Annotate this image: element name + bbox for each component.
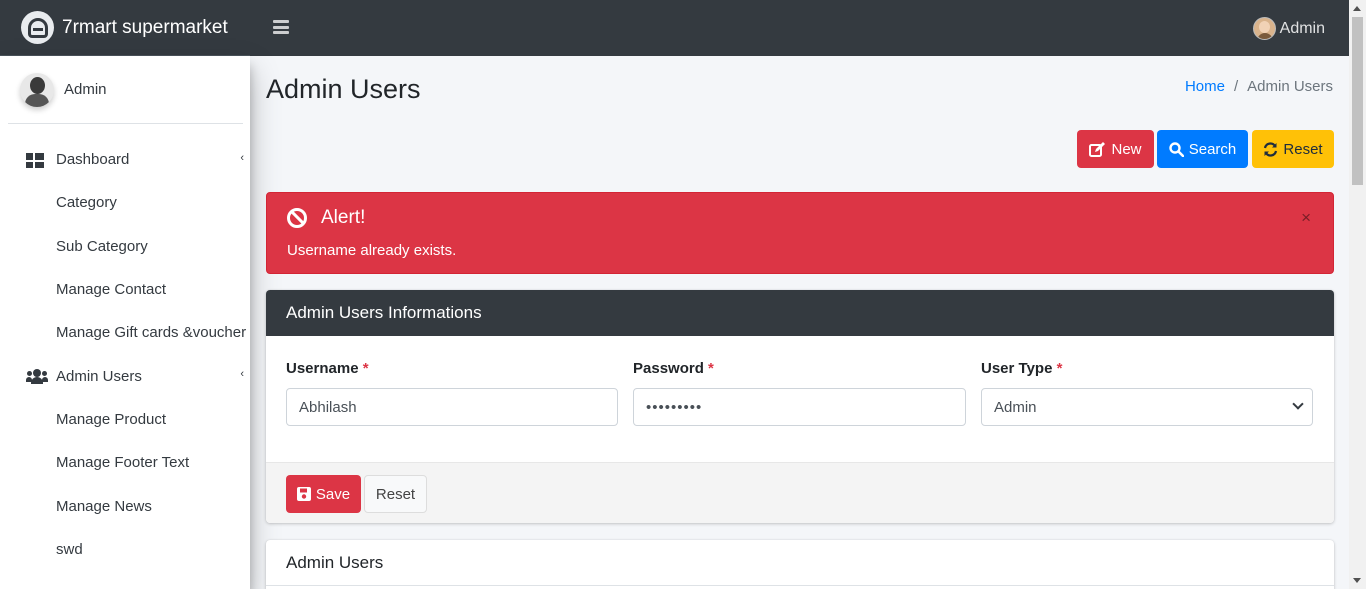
edit-icon	[1089, 141, 1106, 157]
alert-header: Alert!	[287, 207, 365, 229]
sidebar-item-label: Sub Category	[56, 237, 148, 255]
reset-button-label: Reset	[1283, 140, 1323, 158]
sidebar: Admin Dashboard ‹ Category Sub Category …	[0, 56, 250, 589]
users-icon	[26, 369, 48, 385]
sidebar-user-panel[interactable]: Admin	[8, 56, 243, 124]
password-label: Password *	[633, 360, 714, 377]
save-icon	[296, 487, 311, 501]
required-mark: *	[1056, 360, 1063, 377]
sidebar-item-manage-footer-text[interactable]: Manage Footer Text	[8, 441, 250, 484]
top-user-menu[interactable]: Admin	[1252, 17, 1325, 40]
username-field[interactable]: Abhilash	[286, 388, 618, 426]
breadcrumb-separator: /	[1233, 78, 1239, 95]
sidebar-item-label: Manage Footer Text	[56, 454, 190, 472]
sidebar-item-label: Dashboard	[56, 151, 130, 169]
table-card-title: Admin Users	[286, 553, 384, 572]
chevron-left-icon: ‹	[240, 152, 244, 164]
scrollbar-thumb[interactable]	[1352, 17, 1363, 185]
brand-name: 7rmart supermarket	[62, 16, 228, 38]
alert-title: Alert!	[321, 207, 366, 228]
new-button[interactable]: New	[1077, 130, 1154, 168]
search-button[interactable]: Search	[1157, 130, 1248, 168]
page-title: Admin Users	[266, 74, 421, 104]
form-reset-button[interactable]: Reset	[364, 475, 427, 513]
brand-logo-icon	[21, 11, 54, 44]
admin-user-form-card: Admin Users Informations Username * Abhi…	[266, 290, 1334, 523]
sidebar-user-name: Admin	[64, 81, 107, 98]
dashboard-icon	[26, 152, 48, 168]
avatar	[20, 72, 54, 107]
sidebar-item-label: Manage Gift cards &voucher	[56, 324, 247, 342]
scroll-up-arrow-icon[interactable]	[1353, 6, 1361, 11]
error-alert: Alert! Username already exists. ×	[266, 192, 1334, 274]
sidebar-item-gift-cards[interactable]: Manage Gift cards &voucher	[8, 311, 250, 354]
sidebar-item-label: Category	[56, 194, 117, 212]
password-field[interactable]: •••••••••	[633, 388, 966, 426]
menu-toggle-icon[interactable]	[273, 20, 289, 34]
brand-link[interactable]: 7rmart supermarket	[0, 0, 250, 56]
save-button-label: Save	[315, 485, 351, 503]
sidebar-item-label: Manage News	[56, 497, 152, 515]
breadcrumb-current: Admin Users	[1247, 78, 1333, 95]
admin-users-table-card: Admin Users	[266, 540, 1334, 589]
scroll-down-arrow-icon[interactable]	[1353, 578, 1361, 583]
divider	[266, 585, 1334, 586]
sidebar-nav: Dashboard ‹ Category Sub Category Manage…	[8, 138, 250, 571]
close-icon[interactable]: ×	[1301, 208, 1311, 228]
user-type-label: User Type *	[981, 360, 1063, 377]
required-mark: *	[708, 360, 714, 377]
card-title: Admin Users Informations	[266, 290, 1334, 336]
sidebar-item-label: Admin Users	[56, 367, 142, 385]
reset-button[interactable]: Reset	[1252, 130, 1334, 168]
sidebar-item-category[interactable]: Category	[8, 181, 250, 224]
sidebar-item-admin-users[interactable]: Admin Users ‹	[8, 354, 250, 397]
chevron-left-icon: ‹	[240, 368, 244, 381]
user-type-value: Admin	[994, 398, 1037, 416]
save-button[interactable]: Save	[286, 475, 361, 513]
user-type-select[interactable]: Admin	[981, 388, 1313, 426]
alert-message: Username already exists.	[287, 242, 457, 259]
card-footer: Save Reset	[266, 462, 1334, 523]
top-navbar: 7rmart supermarket Admin	[0, 0, 1349, 56]
sidebar-item-swd[interactable]: swd	[8, 528, 250, 571]
sidebar-item-label: swd	[56, 540, 83, 558]
sidebar-item-manage-product[interactable]: Manage Product	[8, 398, 250, 441]
chevron-down-icon	[1292, 398, 1304, 410]
sidebar-item-sub-category[interactable]: Sub Category	[8, 225, 250, 268]
required-mark: *	[362, 360, 369, 377]
refresh-icon	[1263, 141, 1278, 157]
top-user-name: Admin	[1279, 19, 1325, 37]
search-button-label: Search	[1188, 140, 1237, 158]
ban-icon	[287, 208, 307, 228]
sidebar-item-dashboard[interactable]: Dashboard ‹	[8, 138, 250, 181]
page-scrollbar[interactable]	[1349, 0, 1366, 589]
search-icon	[1169, 141, 1184, 157]
new-button-label: New	[1111, 140, 1142, 158]
breadcrumb-home-link[interactable]: Home	[1185, 78, 1225, 95]
sidebar-item-label: Manage Contact	[56, 281, 167, 299]
breadcrumb: Home / Admin Users	[1185, 78, 1333, 95]
sidebar-item-manage-news[interactable]: Manage News	[8, 484, 250, 527]
username-label: Username *	[286, 360, 369, 377]
avatar	[1252, 17, 1276, 40]
sidebar-item-manage-contact[interactable]: Manage Contact	[8, 268, 250, 311]
sidebar-item-label: Manage Product	[56, 410, 167, 428]
